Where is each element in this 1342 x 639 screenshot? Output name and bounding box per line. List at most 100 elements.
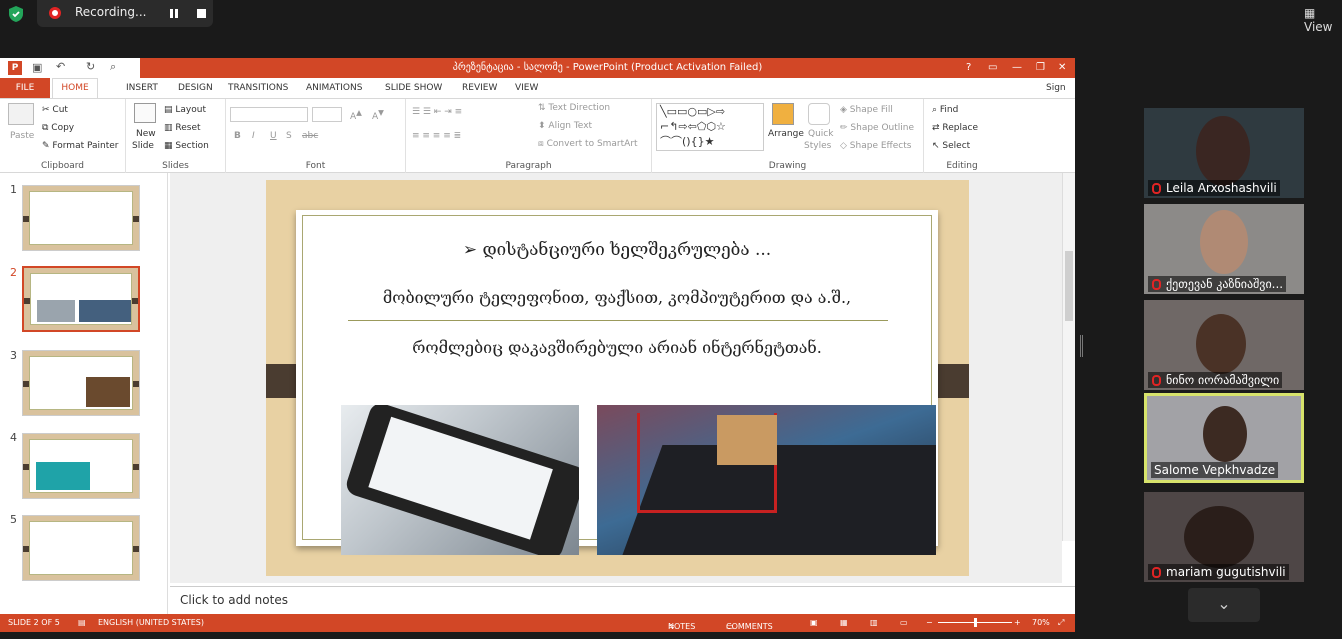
undo-icon[interactable]: ↶	[56, 60, 65, 73]
text-direction-button[interactable]: ⇅ Text Direction	[538, 103, 610, 113]
minimize-icon[interactable]: —	[1012, 58, 1022, 78]
layout-button[interactable]: ▤ Layout	[164, 105, 206, 115]
shape-outline-button[interactable]: ✏ Shape Outline	[840, 123, 914, 133]
align-icons[interactable]: ≡ ≡ ≡ ≡ ≣	[412, 131, 461, 141]
slide-thumbnail-4[interactable]	[22, 433, 140, 499]
language-icon[interactable]: ▤	[78, 618, 86, 627]
arrange-button[interactable]: Arrange	[768, 129, 804, 139]
normal-view-icon[interactable]: ▣	[810, 618, 818, 627]
restore-icon[interactable]: ❐	[1036, 58, 1045, 78]
slide-text-line2[interactable]: მობილური ტელეფონით, ფაქსით, კომპიუტერით …	[296, 288, 938, 307]
editing-group: ⌕ Find ⇄ Replace ↖ Select Editing	[924, 99, 1000, 173]
underline-button[interactable]: U	[270, 131, 277, 141]
font-name-select[interactable]	[230, 107, 308, 122]
select-button[interactable]: ↖ Select	[932, 141, 970, 151]
tab-view[interactable]: VIEW	[515, 78, 538, 98]
zoom-slider-thumb[interactable]	[974, 618, 977, 627]
record-icon	[49, 7, 61, 19]
find-button[interactable]: ⌕ Find	[932, 105, 958, 115]
quick-styles-button[interactable]: Quick	[808, 129, 833, 139]
slide-thumbnail-3[interactable]	[22, 350, 140, 416]
slide-bullet-title[interactable]: ➢ დისტანციური ხელშეკრულება ...	[296, 240, 938, 260]
grow-font-icon[interactable]: A▲	[350, 108, 362, 122]
slide-thumbnail-2[interactable]	[22, 266, 140, 332]
bold-button[interactable]: B	[234, 131, 241, 141]
quick-styles-button-line2[interactable]: Styles	[804, 141, 831, 151]
smartphone-cart-image[interactable]	[341, 405, 579, 555]
fit-slide-icon[interactable]: ⤢	[1058, 618, 1064, 628]
laptop-cart-image[interactable]	[597, 405, 936, 555]
drawing-group: ╲▭▭○▭▷⇨ ⌐↰⇨⇦⬠⬡☆ ⌒⌒(){}★ Arrange Quick Styl…	[652, 99, 924, 173]
tab-review[interactable]: REVIEW	[462, 78, 497, 98]
text-shadow-button[interactable]: S	[286, 131, 292, 141]
save-icon[interactable]: ▣	[32, 61, 42, 74]
participant-video-tile[interactable]: ნინო იორამაშვილი	[1144, 300, 1304, 390]
slide-thumbnail-1[interactable]	[22, 185, 140, 251]
new-slide-button-line2[interactable]: Slide	[132, 141, 154, 151]
muted-mic-icon	[1152, 375, 1161, 386]
new-slide-button[interactable]: New	[136, 129, 156, 139]
paste-button[interactable]: Paste	[10, 131, 34, 141]
clipboard-label: Clipboard	[41, 161, 84, 171]
vertical-scrollbar[interactable]	[1062, 173, 1075, 541]
panel-resize-handle[interactable]	[1080, 335, 1083, 357]
participant-video-tile[interactable]: mariam gugutishvili	[1144, 492, 1304, 582]
quick-styles-icon[interactable]	[808, 103, 830, 125]
shield-icon[interactable]	[8, 5, 24, 23]
slide-text-line3[interactable]: რომლებიც დაკავშირებული არიან ინტერნეტთან…	[296, 338, 938, 357]
stop-recording-icon[interactable]	[197, 9, 206, 18]
shape-effects-button[interactable]: ◇ Shape Effects	[840, 141, 911, 151]
participant-video-tile[interactable]: ქეთევან კაზნიაშვი...	[1144, 204, 1304, 294]
ribbon-options-icon[interactable]: ▭	[988, 58, 997, 78]
participant-video-tile[interactable]: Leila Arxoshashvili	[1144, 108, 1304, 198]
pause-recording-icon[interactable]	[170, 9, 178, 18]
customize-toolbar-icon[interactable]: ⌕	[110, 60, 116, 74]
arrange-icon[interactable]	[772, 103, 794, 125]
close-icon[interactable]: ✕	[1058, 58, 1066, 78]
tab-file[interactable]: FILE	[0, 78, 50, 98]
slide-sorter-icon[interactable]: ▦	[840, 618, 848, 627]
slideshow-view-icon[interactable]: ▭	[900, 618, 908, 627]
font-size-select[interactable]	[312, 107, 342, 122]
strikethrough-button[interactable]: abc	[302, 131, 318, 141]
tab-transitions[interactable]: TRANSITIONS	[228, 78, 288, 98]
bullets-icon[interactable]: ☰ ☰ ⇤ ⇥ ≡	[412, 107, 462, 117]
effects-icon: ◇	[840, 141, 850, 151]
recording-label: Recording...	[75, 5, 147, 19]
tab-home[interactable]: HOME	[52, 78, 98, 99]
participant-video-tile-active[interactable]: Salome Vepkhvadze	[1144, 393, 1304, 483]
smartart-icon: ⧈	[538, 139, 547, 149]
tab-design[interactable]: DESIGN	[178, 78, 213, 98]
copy-button[interactable]: ⧉ Copy	[42, 123, 74, 133]
slide[interactable]: ➢ დისტანციური ხელშეკრულება ... მობილური …	[266, 180, 969, 576]
notes-pane[interactable]: Click to add notes	[170, 586, 1075, 614]
zoom-level[interactable]: 70%	[1032, 618, 1050, 627]
thumbnail-number: 3	[10, 349, 17, 362]
tab-animations[interactable]: ANIMATIONS	[306, 78, 362, 98]
section-button[interactable]: ▦ Section	[164, 141, 209, 151]
scrollbar-thumb[interactable]	[1065, 251, 1073, 321]
reading-view-icon[interactable]: ▥	[870, 618, 878, 627]
reset-button[interactable]: ▥ Reset	[164, 123, 201, 133]
italic-button[interactable]: I	[252, 131, 255, 141]
replace-button[interactable]: ⇄ Replace	[932, 123, 978, 133]
tab-slide-show[interactable]: SLIDE SHOW	[385, 78, 442, 98]
paste-icon[interactable]	[8, 103, 34, 125]
slide-thumbnail-5[interactable]	[22, 515, 140, 581]
shrink-font-icon[interactable]: A▼	[372, 108, 384, 122]
scroll-gallery-down-button[interactable]: ⌄	[1188, 588, 1260, 622]
help-icon[interactable]: ?	[966, 58, 971, 78]
new-slide-icon[interactable]	[134, 103, 156, 123]
redo-icon[interactable]: ↻	[86, 60, 95, 73]
shapes-gallery[interactable]: ╲▭▭○▭▷⇨ ⌐↰⇨⇦⬠⬡☆ ⌒⌒(){}★	[656, 103, 764, 151]
sign-in-link[interactable]: Sign in	[1046, 78, 1075, 113]
format-painter-button[interactable]: ✎ Format Painter	[42, 141, 119, 151]
tab-insert[interactable]: INSERT	[126, 78, 158, 98]
shape-fill-button[interactable]: ◈ Shape Fill	[840, 105, 893, 115]
zoom-in-icon[interactable]: +	[1014, 618, 1021, 627]
align-text-button[interactable]: ⬍ Align Text	[538, 121, 592, 131]
convert-smartart-button[interactable]: ⧈ Convert to SmartArt	[538, 139, 638, 149]
scissors-icon: ✂	[42, 105, 53, 115]
cut-button[interactable]: ✂ Cut	[42, 105, 68, 115]
zoom-out-icon[interactable]: −	[926, 618, 933, 627]
